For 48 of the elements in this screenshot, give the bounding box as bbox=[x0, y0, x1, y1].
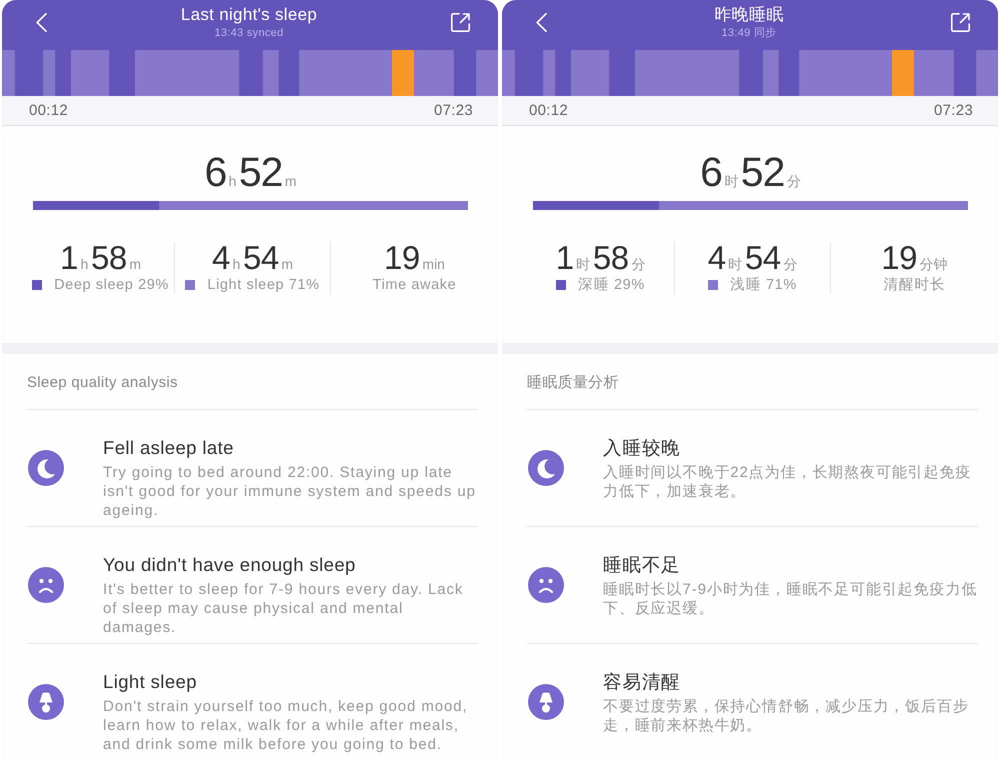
item-description: 睡眠时长以7-9小时为佳，睡眠不足可能引起免疫力低下、反应迟缓。 bbox=[603, 580, 978, 618]
item-title: Light sleep bbox=[103, 670, 198, 694]
stat-duration: 19 分钟 bbox=[880, 242, 949, 274]
stat-duration: 4 h 54 m bbox=[210, 242, 294, 274]
moon-icon bbox=[28, 450, 64, 486]
share-icon bbox=[950, 12, 970, 32]
sad-face-icon bbox=[28, 567, 64, 603]
item-title: 容易清醒 bbox=[603, 670, 682, 694]
section-heading: 睡眠质量分析 bbox=[527, 374, 619, 391]
lamp-icon bbox=[528, 684, 564, 720]
screen-title: 昨晚睡眠 bbox=[713, 5, 785, 25]
item-title: 睡眠不足 bbox=[603, 553, 682, 577]
stat-label: 浅睡 71% bbox=[730, 276, 797, 294]
item-description: It's better to sleep for 7-9 hours every day. Lack of sleep may cause physical and mental damages. bbox=[103, 580, 464, 637]
stat-label: Deep sleep 29% bbox=[54, 276, 169, 294]
stat-duration: 4 时 54 分 bbox=[706, 242, 798, 274]
section-heading: Sleep quality analysis bbox=[27, 374, 178, 391]
total-sleep-duration: 6 h 52 m bbox=[203, 152, 298, 192]
end-time: 07:23 bbox=[434, 102, 473, 119]
item-description: 入睡时间以不晚于22点为佳，长期熬夜可能引起免疫力低下，加速衰老。 bbox=[603, 463, 972, 501]
sync-status: 13:43 synced bbox=[213, 26, 285, 40]
stat-duration: 19 min bbox=[383, 242, 446, 274]
item-title: Fell asleep late bbox=[103, 436, 235, 460]
stat-label: 深睡 29% bbox=[578, 276, 645, 294]
start-time: 00:12 bbox=[529, 102, 568, 119]
stat-duration: 1 h 58 m bbox=[58, 242, 142, 274]
item-title: 入睡较晚 bbox=[603, 436, 682, 460]
share-button[interactable] bbox=[449, 11, 471, 33]
moon-icon bbox=[528, 450, 564, 486]
item-title: You didn't have enough sleep bbox=[103, 553, 357, 577]
stat-label: Light sleep 71% bbox=[207, 276, 320, 294]
back-icon bbox=[536, 12, 546, 32]
share-button[interactable] bbox=[949, 11, 971, 33]
item-description: Try going to bed around 22:00. Staying up late isn't good for your immune system and speeds up ageing. bbox=[103, 463, 477, 520]
total-sleep-duration: 6 时 52 分 bbox=[699, 152, 802, 192]
stat-duration: 1 时 58 分 bbox=[554, 242, 646, 274]
lamp-icon bbox=[28, 684, 64, 720]
screen-title: Last night's sleep bbox=[180, 5, 318, 25]
end-time: 07:23 bbox=[934, 102, 973, 119]
back-icon bbox=[36, 12, 46, 32]
sad-face-icon bbox=[528, 567, 564, 603]
sync-status: 13:49 同步 bbox=[720, 26, 778, 40]
share-icon bbox=[450, 12, 470, 32]
start-time: 00:12 bbox=[29, 102, 68, 119]
item-description: 不要过度劳累，保持心情舒畅，减少压力，饭后百步走，睡前来杯热牛奶。 bbox=[603, 697, 970, 735]
stat-label: 清醒时长 bbox=[883, 276, 946, 294]
stat-label: Time awake bbox=[372, 276, 456, 294]
item-description: Don't strain yourself too much, keep good mood, learn how to relax, walk for a while after meals, and drink some milk before you going to bed. bbox=[103, 697, 469, 754]
